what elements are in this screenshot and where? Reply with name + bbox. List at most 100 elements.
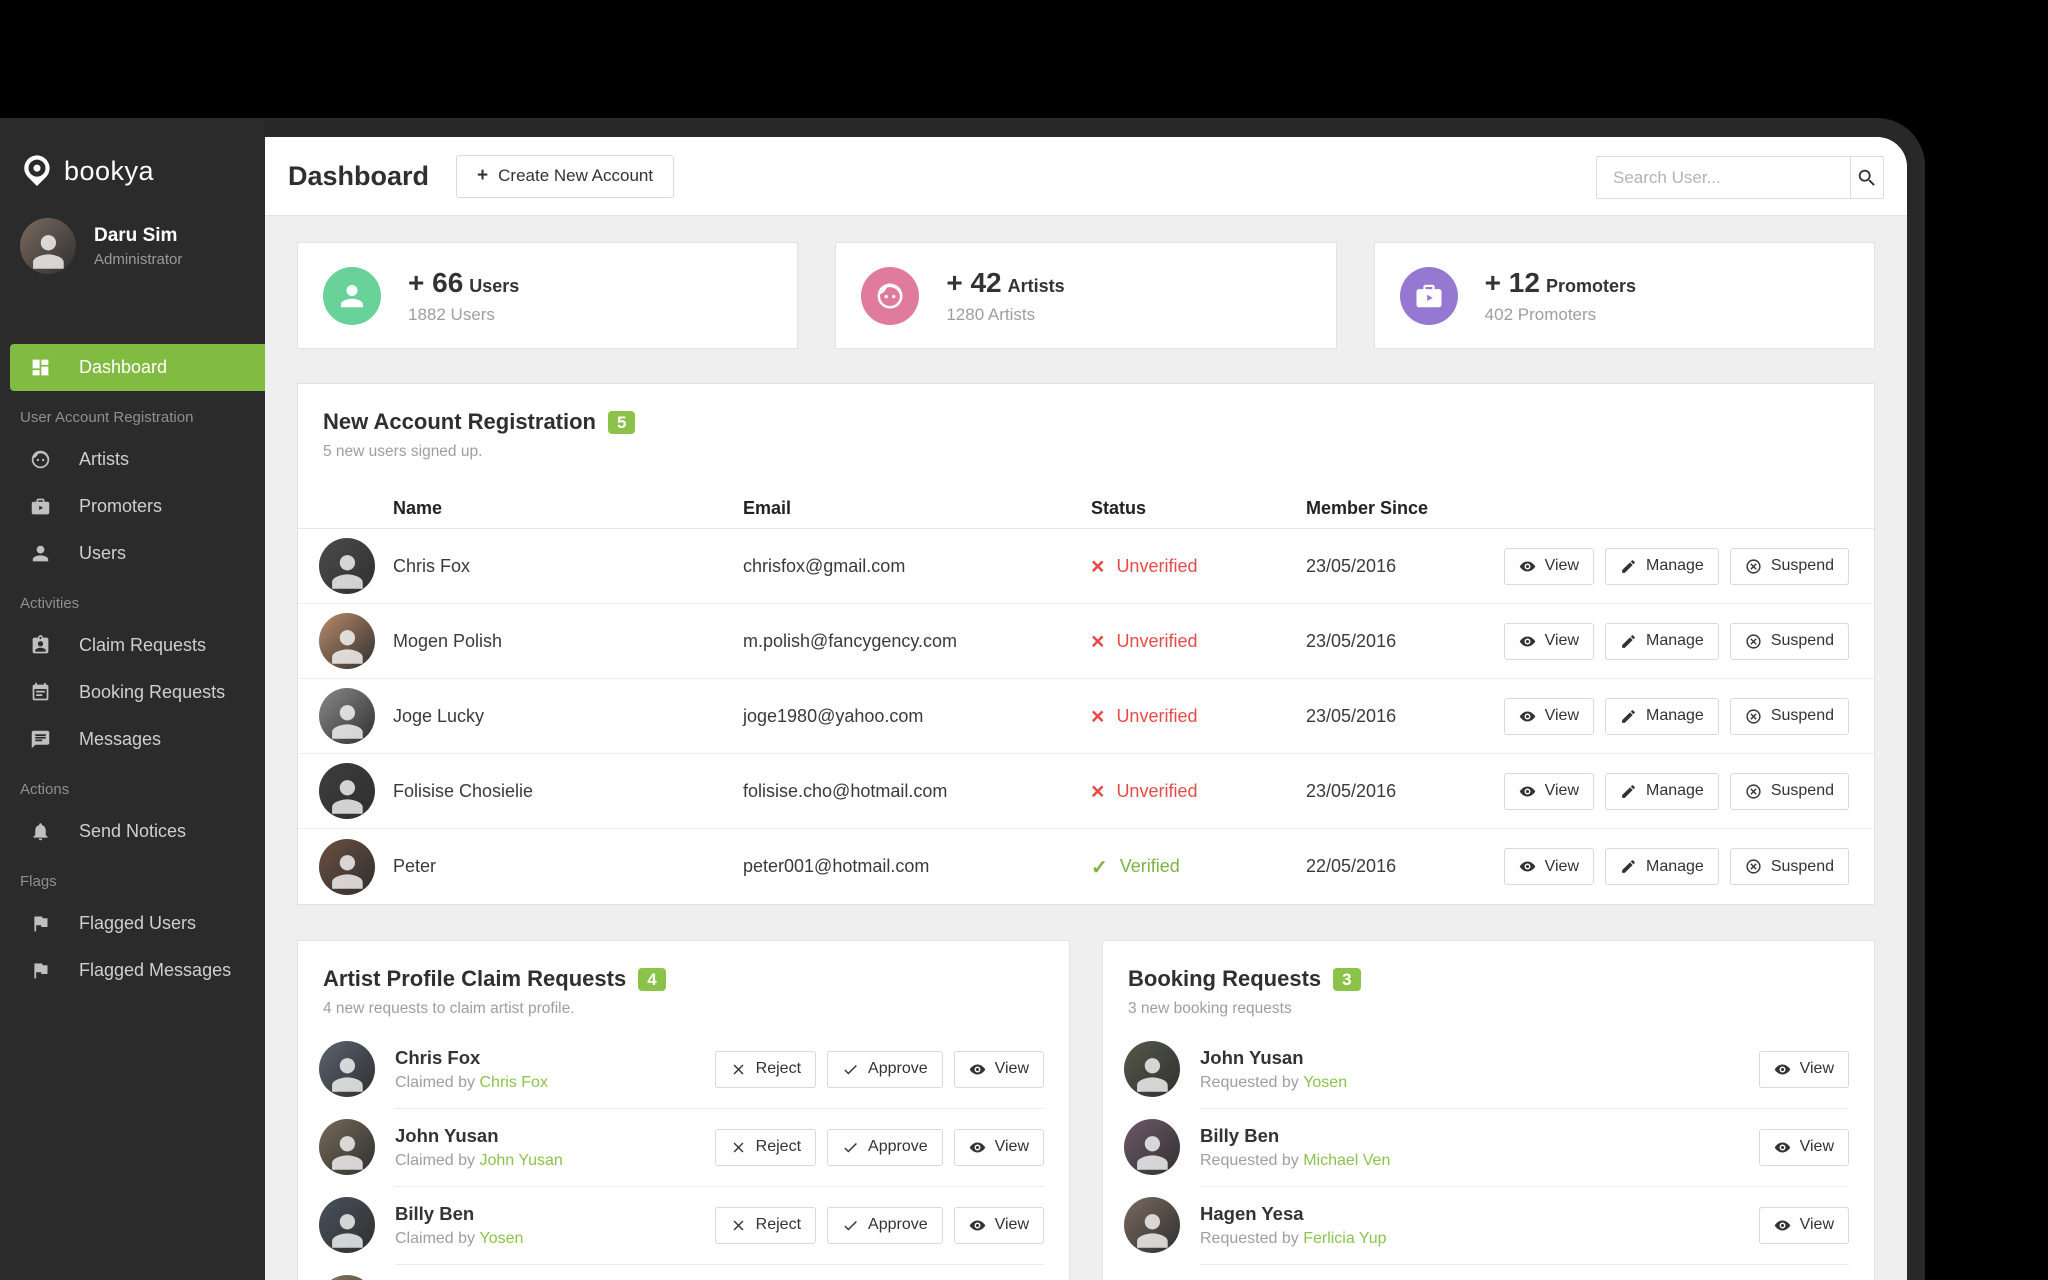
user-name: Peter xyxy=(393,856,437,876)
app-window: bookya Daru Sim Administrator Dashboard … xyxy=(0,118,1925,1280)
section-label-actions: Actions xyxy=(20,781,70,798)
search-input[interactable] xyxy=(1597,157,1850,198)
cross-icon xyxy=(1091,780,1104,803)
view-button[interactable]: View xyxy=(1758,1128,1849,1166)
requester-link[interactable]: Yosen xyxy=(1303,1074,1347,1091)
calendar-icon xyxy=(32,682,49,701)
view-button[interactable]: View xyxy=(1758,1206,1849,1244)
flag-icon xyxy=(34,963,48,979)
suspend-button[interactable]: Suspend xyxy=(1729,848,1849,885)
flag-icon xyxy=(34,916,48,932)
promoters-circle xyxy=(1399,266,1458,325)
list-item: Hagen Yesa Requested by Ferlicia Yup Vie… xyxy=(1103,1186,1874,1264)
claimer-link[interactable]: John Yusan xyxy=(479,1152,562,1169)
approve-button[interactable]: Approve xyxy=(827,1128,943,1166)
view-button[interactable]: View xyxy=(1503,622,1594,660)
manage-button[interactable]: Manage xyxy=(1605,547,1719,585)
table-row: Mogen Polish m.polish@fancygency.com Unv… xyxy=(298,604,1874,679)
logo-text: bookya xyxy=(64,155,155,186)
create-new-account-button[interactable]: + Create New Account xyxy=(456,154,675,198)
member-since: 23/05/2016 xyxy=(1306,705,1397,726)
user-name: Folisise Chosielie xyxy=(393,780,534,801)
main-content: Dashboard + Create New Account Search Us… xyxy=(265,137,1907,1280)
manage-button[interactable]: Manage xyxy=(1605,622,1719,660)
suspend-button[interactable]: Suspend xyxy=(1729,622,1849,660)
sidebar-item-promoters[interactable]: Promoters xyxy=(0,483,265,530)
user-email: joge1980@yahoo.com xyxy=(743,705,924,726)
sidebar-item-dashboard[interactable]: Dashboard xyxy=(10,344,265,391)
search-button[interactable] xyxy=(1850,157,1883,198)
eye-icon xyxy=(1519,786,1535,796)
person-name: Billy Ben xyxy=(1200,1124,1280,1146)
claimer-link[interactable]: Chris Fox xyxy=(479,1074,547,1091)
eye-icon xyxy=(1519,561,1535,571)
manage-button[interactable]: Manage xyxy=(1605,848,1719,885)
list-item: John Yusan Claimed by John Yusan Reject … xyxy=(298,1108,1069,1186)
suspend-button[interactable]: Suspend xyxy=(1729,772,1849,810)
table-row: Chris Fox chrisfox@gmail.com Unverified … xyxy=(298,529,1874,604)
user-email: m.polish@fancygency.com xyxy=(743,630,958,651)
x-icon xyxy=(733,1142,744,1152)
circled-x-icon xyxy=(1746,558,1761,574)
sidebar-item-messages[interactable]: Messages xyxy=(0,716,265,763)
claimer-link[interactable]: Yosen xyxy=(479,1230,523,1247)
panel-title: Booking Requests 3 xyxy=(1103,966,1874,992)
reject-button[interactable]: Reject xyxy=(714,1128,817,1166)
avatar xyxy=(319,1119,375,1175)
column-email: Email xyxy=(743,498,792,518)
row-actions: Reject Approve View xyxy=(714,1206,1044,1244)
sidebar-item-flagged-users[interactable]: Flagged Users xyxy=(0,900,265,947)
eye-icon xyxy=(1519,636,1535,646)
stat-delta: + 66 xyxy=(408,266,464,298)
view-button[interactable]: View xyxy=(1503,547,1594,585)
artist-face-icon xyxy=(31,450,50,469)
stat-total: 1280 Artists xyxy=(946,304,1036,324)
sidebar-item-claim-requests[interactable]: Claim Requests xyxy=(0,622,265,669)
manage-button[interactable]: Manage xyxy=(1605,772,1719,810)
suspend-button[interactable]: Suspend xyxy=(1729,547,1849,585)
status-badge: Unverified xyxy=(1091,555,1306,578)
panel-subtitle: 5 new users signed up. xyxy=(323,443,483,460)
approve-button[interactable]: Approve xyxy=(827,1050,943,1088)
user-email: chrisfox@gmail.com xyxy=(743,555,906,576)
view-button[interactable]: View xyxy=(953,1050,1044,1088)
check-icon xyxy=(844,1064,857,1074)
requester-link[interactable]: Ferlicia Yup xyxy=(1303,1230,1386,1247)
row-actions: View Manage Suspend xyxy=(1503,547,1849,585)
page-title: Dashboard xyxy=(288,160,430,191)
reject-button[interactable]: Reject xyxy=(714,1206,817,1244)
sidebar-item-artists[interactable]: Artists xyxy=(0,436,265,483)
avatar xyxy=(319,688,375,744)
plus-icon: + xyxy=(477,165,489,186)
view-button[interactable]: View xyxy=(1503,697,1594,735)
sidebar-item-booking-requests[interactable]: Booking Requests xyxy=(0,669,265,716)
count-badge: 3 xyxy=(1333,967,1361,991)
row-actions: View Manage Suspend xyxy=(1503,848,1849,885)
approve-button[interactable]: Approve xyxy=(827,1206,943,1244)
suspend-button[interactable]: Suspend xyxy=(1729,697,1849,735)
view-button[interactable]: View xyxy=(1503,772,1594,810)
section-label-flags: Flags xyxy=(20,873,57,890)
person-name: John Yusan xyxy=(395,1124,499,1146)
view-button[interactable]: View xyxy=(953,1206,1044,1244)
table-row: Joge Lucky joge1980@yahoo.com Unverified… xyxy=(298,679,1874,754)
count-badge: 5 xyxy=(608,410,636,434)
check-icon xyxy=(844,1220,857,1230)
sidebar-item-flagged-messages[interactable]: Flagged Messages xyxy=(0,947,265,994)
view-button[interactable]: View xyxy=(1503,848,1594,885)
section-label-user-account-registration: User Account Registration xyxy=(20,409,194,426)
sidebar-item-send-notices[interactable]: Send Notices xyxy=(0,808,265,855)
user-email: folisise.cho@hotmail.com xyxy=(743,780,948,801)
reject-button[interactable]: Reject xyxy=(714,1050,817,1088)
view-button[interactable]: View xyxy=(953,1128,1044,1166)
sidebar-item-users[interactable]: Users xyxy=(0,530,265,577)
view-button[interactable]: View xyxy=(1758,1050,1849,1088)
member-since: 23/05/2016 xyxy=(1306,780,1397,801)
stat-total: 1882 Users xyxy=(408,304,495,324)
artist-claim-requests-panel: Artist Profile Claim Requests 4 4 new re… xyxy=(297,940,1070,1280)
manage-button[interactable]: Manage xyxy=(1605,697,1719,735)
row-actions: View xyxy=(1758,1128,1849,1166)
requester-link[interactable]: Michael Ven xyxy=(1303,1152,1390,1169)
logo: bookya xyxy=(0,118,265,188)
claim-request-list: Chris Fox Claimed by Chris Fox Reject Ap… xyxy=(298,1030,1069,1280)
